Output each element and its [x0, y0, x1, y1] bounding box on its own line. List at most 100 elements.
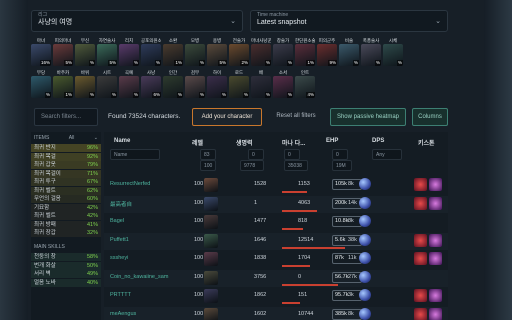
sidebar-filter-item[interactable]: 최귀 목걸 92% — [31, 152, 101, 161]
sidebar-filter-item[interactable]: 최귀 갑옷 79% — [31, 161, 101, 169]
col-keystone[interactable]: 키스톤 — [418, 138, 435, 147]
dps-filter[interactable]: Any — [372, 149, 402, 160]
passive-heatmap-button[interactable]: Show passive heatmap — [330, 108, 406, 126]
filter-search-input[interactable]: Search filters... — [34, 108, 98, 126]
class-card[interactable]: 폭풍술사% — [361, 38, 381, 68]
sidebar-filter-item[interactable]: 최귀 장갑 32% — [31, 229, 101, 237]
filter-percent: 71% — [86, 170, 98, 177]
reset-filters-button[interactable]: Reset all filters — [268, 108, 324, 126]
class-card[interactable]: 마녀사냥꾼% — [251, 38, 271, 68]
class-card[interactable]: 하이% — [207, 70, 227, 100]
table-row[interactable]: PRTTTT 100 1862 151 3k 95.7k — [104, 288, 448, 305]
timemachine-select[interactable]: Time machine Latest snapshot ⌄ — [250, 10, 448, 32]
table-row[interactable]: sssheyi 100 1838 1704 11k 87k — [104, 251, 448, 268]
class-card[interactable]: 소서% — [273, 70, 293, 100]
col-life[interactable]: 생명력 — [236, 138, 253, 147]
class-percent: % — [242, 92, 249, 98]
sidebar-filter-item[interactable]: 얼음 노바 40% — [31, 278, 101, 287]
sidebar-filter-item[interactable]: 천둥의 창 58% — [31, 253, 101, 261]
table-row[interactable]: ResurrectNerfed 100 1528 1153 8k 105k — [104, 177, 448, 194]
level-max[interactable]: 100 — [200, 160, 216, 171]
class-percent: % — [286, 92, 293, 98]
class-card[interactable]: 한딘원소술 1% — [295, 38, 315, 68]
character-name[interactable]: Bagel — [110, 218, 124, 224]
class-percent: % — [44, 92, 51, 98]
table-row[interactable]: Coin_no_kawaiine_sam 100 3756 0 27k 56.7k — [104, 269, 448, 287]
col-ehp[interactable]: EHP — [326, 138, 338, 144]
sidebar-filter-item[interactable]: 기묘함 42% — [31, 203, 101, 212]
ehp-min[interactable]: 0 — [332, 149, 348, 160]
class-card[interactable]: 시체% — [383, 38, 403, 68]
col-mana[interactable]: 마나 다... — [282, 138, 305, 147]
character-name[interactable]: Puffett1 — [110, 237, 129, 243]
items-filter-select[interactable]: All — [69, 135, 75, 141]
table-row[interactable]: meAengus 100 1602 10744 8k 385k — [104, 306, 448, 320]
class-card[interactable]: 인간% — [163, 70, 183, 100]
class-card[interactable]: 자연술사 5% — [97, 38, 117, 68]
class-card[interactable]: 시트% — [97, 70, 117, 100]
table-row[interactable]: Bagel 100 1477 818 8k 10.8k — [104, 214, 448, 231]
mana-max[interactable]: 35038 — [284, 160, 308, 171]
league-select[interactable]: 리그 사냥의 여명 ⌄ — [31, 10, 243, 32]
sidebar-filter-item[interactable]: 서리 벽 49% — [31, 270, 101, 278]
class-card[interactable]: 모병% — [185, 38, 205, 68]
class-card[interactable]: 바주카 1% — [53, 70, 73, 100]
name-filter[interactable]: Name — [110, 149, 160, 160]
sidebar-filter-item[interactable]: 최귀 투구 67% — [31, 178, 101, 186]
class-card[interactable]: 로드% — [229, 70, 249, 100]
add-character-button[interactable]: Add your character — [192, 108, 262, 126]
class-card[interactable]: 무당% — [31, 70, 51, 100]
keystone-icon — [414, 252, 427, 265]
class-card[interactable]: 무신% — [75, 38, 95, 68]
chevron-down-icon: ⌄ — [230, 18, 236, 25]
character-name[interactable]: meAengus — [110, 311, 136, 317]
class-card[interactable]: 곡예% — [119, 70, 139, 100]
class-card[interactable]: 비술% — [339, 38, 359, 68]
class-card[interactable]: 피의마녀 5% — [53, 38, 73, 68]
character-name[interactable]: 最高者自 — [110, 200, 132, 208]
items-label: ITEMS — [34, 135, 50, 141]
class-card[interactable]: 창술가% — [273, 38, 293, 68]
sidebar-filter-item[interactable]: 최귀 반지 96% — [31, 144, 101, 152]
class-percent: % — [220, 92, 227, 98]
sidebar-filter-item[interactable]: 최귀 목걸이 71% — [31, 169, 101, 178]
skill-gem-icon — [359, 215, 371, 227]
chevron-down-icon[interactable]: ⌄ — [94, 135, 98, 141]
life-min[interactable]: 0 — [248, 149, 264, 160]
class-card[interactable]: 바위% — [75, 70, 95, 100]
class-percent: 9% — [328, 60, 337, 66]
character-name[interactable]: Coin_no_kawaiine_sam — [110, 274, 168, 280]
sidebar-filter-item[interactable]: 최귀 벨트 62% — [31, 186, 101, 195]
class-card[interactable]: 공포의원소술사% — [141, 38, 161, 68]
col-name[interactable]: Name — [114, 138, 130, 144]
character-name[interactable]: sssheyi — [110, 255, 128, 261]
sidebar-filter-item[interactable]: 번개 화살 50% — [31, 261, 101, 270]
class-card[interactable]: 인트 4% — [295, 70, 315, 100]
class-portrait: % — [229, 76, 249, 98]
col-dps[interactable]: DPS — [372, 138, 384, 144]
class-card[interactable]: 전술가 2% — [229, 38, 249, 68]
class-card[interactable]: 용병 5% — [207, 38, 227, 68]
sidebar-filter-item[interactable]: 최귀 벨트 42% — [31, 212, 101, 220]
class-card[interactable]: 소환 1% — [163, 38, 183, 68]
level-min[interactable]: 83 — [200, 149, 216, 160]
class-card[interactable]: 리치% — [119, 38, 139, 68]
col-level[interactable]: 레벨 — [192, 138, 203, 147]
class-card[interactable]: 마녀 16% — [31, 38, 51, 68]
class-card[interactable]: 사냥 6% — [141, 70, 161, 100]
class-percent: 1% — [64, 92, 73, 98]
sidebar-filter-item[interactable]: 최귀 방패 41% — [31, 220, 101, 229]
mana-value: 4063 — [298, 199, 311, 206]
columns-button[interactable]: Columns — [412, 108, 448, 126]
character-name[interactable]: ResurrectNerfed — [110, 181, 150, 187]
life-max[interactable]: 9778 — [240, 160, 264, 171]
class-card[interactable]: 검무% — [185, 70, 205, 100]
sidebar-filter-item[interactable]: 무언의 걸음 60% — [31, 195, 101, 203]
class-card[interactable]: 배% — [251, 70, 271, 100]
class-card[interactable]: 피의군주 9% — [317, 38, 337, 68]
ehp-max[interactable]: 19M — [332, 160, 352, 171]
table-row[interactable]: Puffett1 100 1646 12514 38k 5.6k — [104, 232, 448, 250]
table-row[interactable]: 最高者自 100 1 4063 14k 200k — [104, 195, 448, 213]
mana-min[interactable]: 0 — [284, 149, 300, 160]
character-name[interactable]: PRTTTT — [110, 292, 131, 298]
